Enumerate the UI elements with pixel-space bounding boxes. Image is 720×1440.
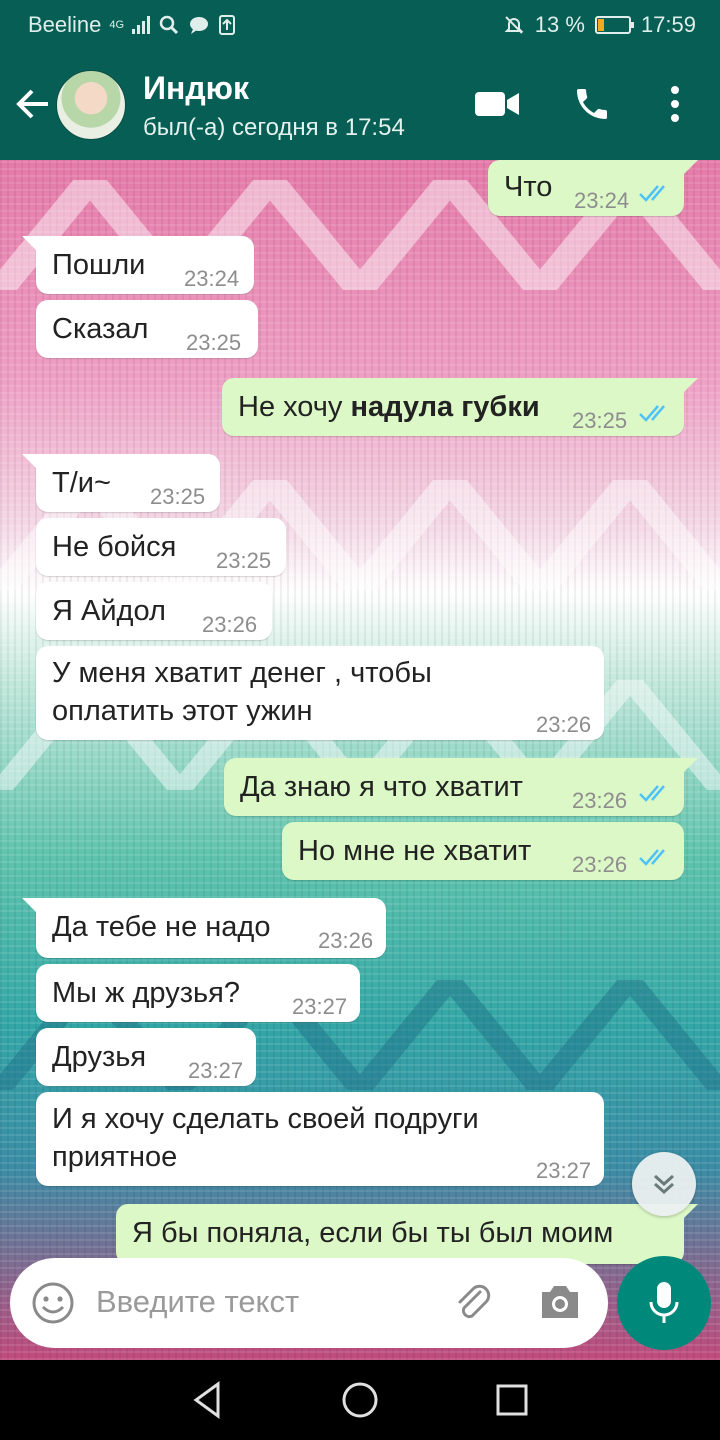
message-text-line1: И я хочу сделать своей подруги (52, 1103, 479, 1135)
message-incoming[interactable]: И я хочу сделать своей подруги приятное … (36, 1092, 604, 1186)
battery-icon (594, 16, 634, 34)
message-outgoing[interactable]: Да знаю я что хватит 23:26 (224, 758, 698, 816)
message-time: 23:25 (216, 548, 272, 573)
attach-icon[interactable] (450, 1280, 496, 1326)
more-options-button[interactable] (660, 82, 690, 126)
message-incoming[interactable]: Мы ж друзья? 23:27 (36, 964, 360, 1022)
scroll-down-icon (654, 1174, 674, 1195)
message-time: 23:25 (186, 330, 242, 355)
carrier-name: Beeline (28, 12, 102, 37)
message-text: Но мне не хватит (298, 835, 532, 867)
message-time: 23:26 (318, 928, 374, 953)
chat-header: Индюк был(-а) сегодня в 17:54 (0, 50, 720, 160)
message-text: Что (504, 171, 553, 203)
message-input-bar[interactable]: Введите текст (10, 1258, 608, 1348)
message-input-placeholder[interactable]: Введите текст (96, 1284, 299, 1320)
message-time: 23:26 (572, 852, 628, 877)
message-incoming[interactable]: Пошли 23:24 (22, 236, 254, 294)
message-text: Я бы поняла, если бы ты был моим (132, 1217, 614, 1249)
scroll-to-bottom-button[interactable] (632, 1152, 696, 1216)
nav-back-icon[interactable] (188, 1380, 228, 1420)
read-ticks-icon (639, 185, 665, 202)
message-text: Не бойся (52, 531, 177, 563)
message-incoming[interactable]: У меня хватит денег , чтобы оплатить это… (36, 646, 604, 740)
message-time: 23:27 (536, 1158, 592, 1183)
message-text: Сказал (52, 313, 149, 345)
message-incoming[interactable]: Не бойся 23:25 (36, 518, 286, 576)
voice-call-button[interactable] (570, 82, 614, 126)
message-incoming[interactable]: Друзья 23:27 (36, 1028, 256, 1086)
message-text: Друзья (52, 1041, 147, 1073)
read-ticks-icon (639, 405, 665, 422)
clock: 17:59 (640, 12, 696, 37)
message-time: 23:25 (572, 408, 628, 433)
message-outgoing[interactable]: Я бы поняла, если бы ты был моим (116, 1204, 698, 1264)
message-text: Пошли (52, 249, 146, 281)
contact-last-seen: был(-а) сегодня в 17:54 (143, 114, 405, 141)
message-text: Мы ж друзья? (52, 977, 240, 1009)
message-time: 23:27 (292, 994, 348, 1019)
nav-recents-icon[interactable] (492, 1380, 532, 1420)
message-text: Да знаю я что хватит (240, 771, 523, 803)
message-text-line1: У меня хватит денег , чтобы (52, 657, 432, 689)
message-time: 23:24 (184, 266, 240, 291)
voice-record-button[interactable] (617, 1256, 711, 1350)
search-icon (159, 15, 179, 35)
message-time: 23:26 (202, 612, 258, 637)
camera-icon[interactable] (538, 1282, 582, 1322)
status-bar: Beeline 4G 13 % 17:59 (0, 0, 720, 50)
chat-area[interactable]: Что 23:24 Пошли 23:24 Сказал 23:25 Не хо… (0, 160, 720, 1360)
message-text-plain: Не хочу (238, 391, 351, 423)
message-outgoing[interactable]: Но мне не хватит 23:26 (282, 822, 684, 880)
message-incoming[interactable]: Да тебе не надо 23:26 (22, 898, 386, 958)
message-text: Я Айдол (52, 595, 166, 627)
read-ticks-icon (639, 785, 665, 802)
message-time: 23:26 (572, 788, 628, 813)
message-time: 23:25 (150, 484, 206, 509)
system-nav-bar (0, 1360, 720, 1440)
back-arrow-icon[interactable] (12, 82, 52, 126)
upload-icon (219, 15, 236, 35)
message-text-line2: оплатить этот ужин (52, 695, 313, 727)
signal-icon (132, 16, 151, 34)
avatar[interactable] (56, 70, 126, 140)
message-time: 23:26 (536, 712, 592, 737)
nav-home-icon[interactable] (340, 1380, 380, 1420)
message-text-bold: надула губки (350, 391, 540, 423)
emoji-icon[interactable] (30, 1280, 76, 1326)
message-text-line2: приятное (52, 1141, 178, 1173)
more-vert-icon (671, 86, 679, 122)
message-incoming[interactable]: Я Айдол 23:26 (36, 582, 272, 640)
network-type: 4G (109, 19, 125, 31)
video-call-icon (475, 92, 519, 116)
message-icon (190, 17, 209, 34)
phone-icon (577, 89, 607, 119)
message-incoming[interactable]: Т/и~ 23:25 (22, 454, 220, 512)
message-text: Не хочу надула губки (238, 388, 540, 426)
message-time: 23:24 (574, 188, 630, 213)
message-outgoing[interactable]: Что 23:24 (488, 160, 698, 216)
message-outgoing[interactable]: Не хочу надула губки 23:25 (222, 378, 698, 436)
video-call-button[interactable] (474, 82, 520, 126)
battery-percent: 13 % (534, 12, 585, 37)
message-time: 23:27 (188, 1058, 244, 1083)
mute-bell-icon (504, 16, 524, 34)
mic-icon (649, 1282, 679, 1323)
message-incoming[interactable]: Сказал 23:25 (36, 300, 258, 358)
contact-name[interactable]: Индюк (143, 70, 249, 107)
read-ticks-icon (639, 849, 665, 866)
message-text: Да тебе не надо (52, 911, 271, 943)
message-text: Т/и~ (52, 467, 111, 499)
